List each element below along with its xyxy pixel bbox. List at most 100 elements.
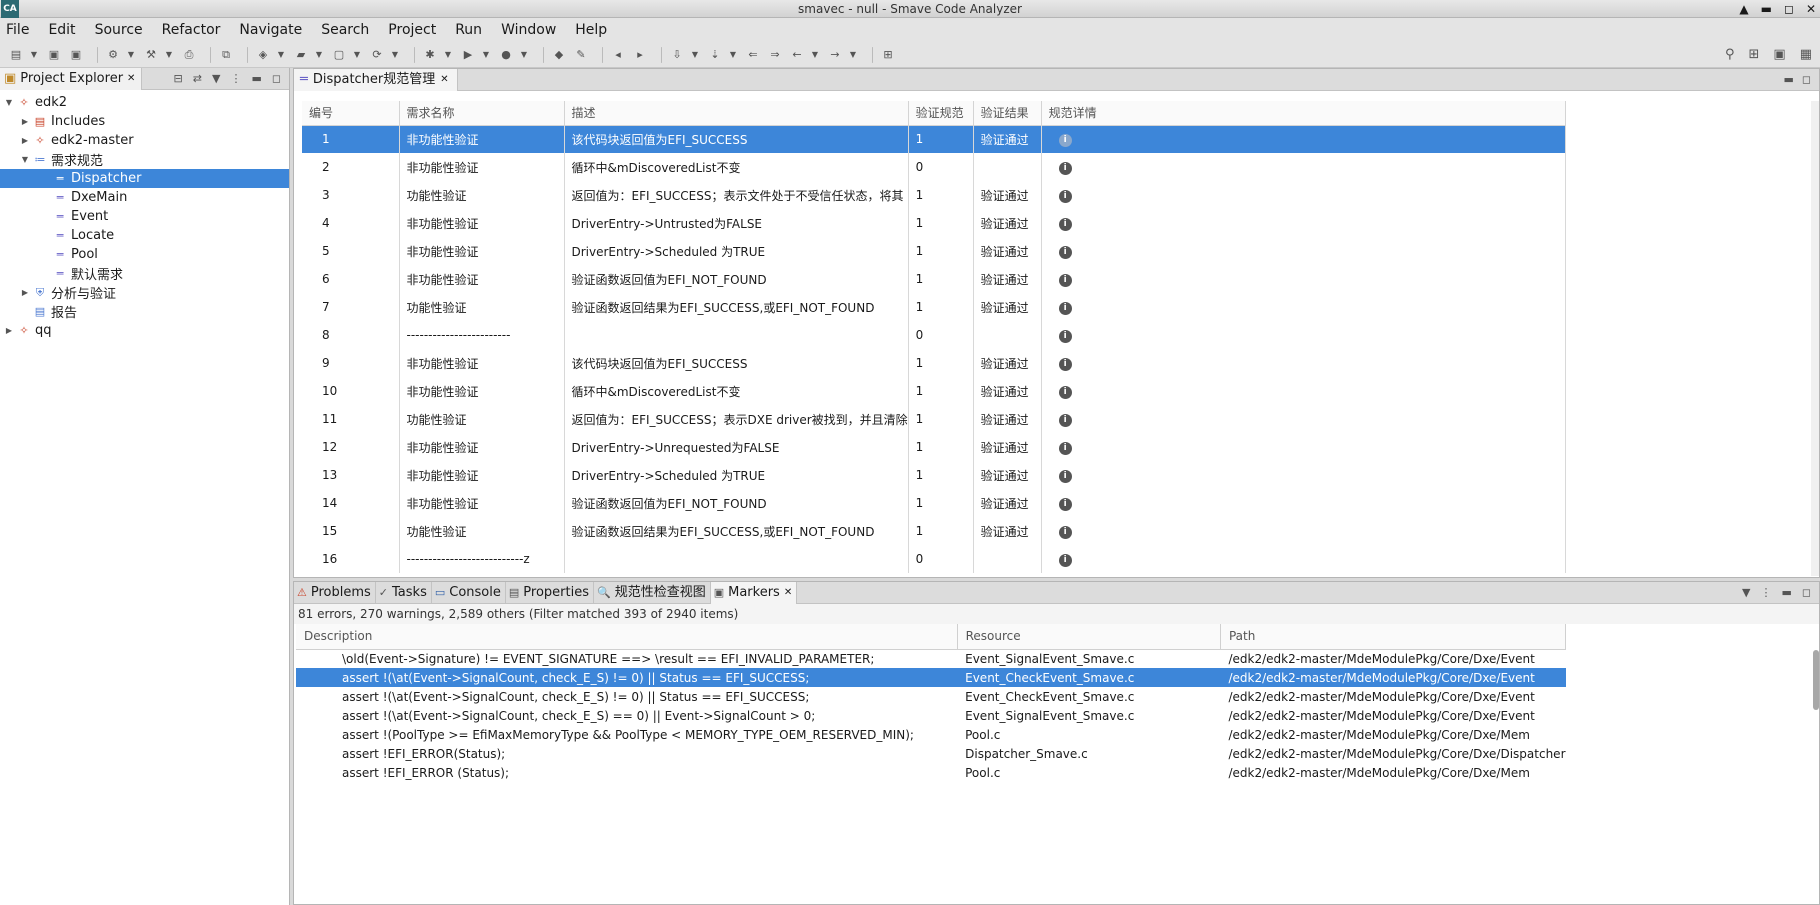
- dropdown-arrow-icon[interactable]: ▼: [849, 47, 857, 63]
- tree-item[interactable]: ▶ ⛨ 分析与验证: [0, 283, 289, 303]
- table-row[interactable]: 11 功能性验证 返回值为：EFI_SUCCESS；表示DXE driver被找到，…: [302, 405, 1567, 433]
- tree-item[interactable]: ═ Locate: [0, 226, 289, 245]
- tree-item[interactable]: ═ Dispatcher: [0, 169, 289, 188]
- dropdown-arrow-icon[interactable]: ▼: [729, 47, 737, 63]
- table-row[interactable]: 10 非功能性验证 循环中&mDiscoveredList不变 1 验证通过 i: [302, 377, 1567, 405]
- external-tools-icon[interactable]: ●: [498, 47, 514, 63]
- build-icon[interactable]: ⚒: [143, 47, 159, 63]
- column-header[interactable]: 描述: [564, 101, 909, 126]
- filter-icon[interactable]: ▼: [212, 72, 220, 85]
- dropdown-arrow-icon[interactable]: ▼: [811, 47, 819, 63]
- info-icon[interactable]: i: [1058, 498, 1072, 511]
- column-header[interactable]: 验证规范: [908, 101, 974, 126]
- dropdown-arrow-icon[interactable]: ▼: [127, 47, 135, 63]
- info-icon[interactable]: i: [1058, 162, 1072, 175]
- tree-item[interactable]: ═ DxeMain: [0, 188, 289, 207]
- prev-edit-icon[interactable]: ◂: [610, 47, 626, 63]
- marker-row[interactable]: assert !(\at(Event->SignalCount, check_E…: [296, 706, 1566, 725]
- minimize-view-icon[interactable]: ▬: [1781, 586, 1791, 599]
- marker-row[interactable]: assert !(\at(Event->SignalCount, check_E…: [296, 687, 1566, 706]
- collapsed-arrow-icon[interactable]: ▶: [20, 288, 30, 297]
- tree-item[interactable]: ═ Pool: [0, 245, 289, 264]
- menu-file[interactable]: File: [6, 22, 29, 38]
- menu-refactor[interactable]: Refactor: [162, 22, 221, 38]
- link-editor-icon[interactable]: ⇄: [193, 72, 202, 85]
- close-tab-icon[interactable]: ✕: [440, 69, 448, 91]
- column-header[interactable]: 验证结果: [973, 101, 1042, 126]
- editor-scrollbar[interactable]: [1811, 101, 1819, 576]
- marker-row[interactable]: assert !(\at(Event->SignalCount, check_E…: [296, 668, 1566, 687]
- back-icon[interactable]: ⇐: [745, 47, 761, 63]
- table-row[interactable]: 14 非功能性验证 验证函数返回值为EFI_NOT_FOUND 1 验证通过 i: [302, 489, 1567, 517]
- marker-row[interactable]: assert !EFI_ERROR(Status); Dispatcher_Sma…: [296, 744, 1566, 763]
- search-tool-icon[interactable]: ✎: [573, 47, 589, 63]
- dropdown-arrow-icon[interactable]: ▼: [691, 47, 699, 63]
- close-tab-icon[interactable]: ✕: [127, 68, 135, 90]
- markers-scrollbar[interactable]: [1813, 650, 1819, 710]
- refresh-icon[interactable]: ⟳: [369, 47, 385, 63]
- settings-icon[interactable]: ⚙: [105, 47, 121, 63]
- column-header[interactable]: Description: [296, 624, 958, 650]
- column-header[interactable]: 需求名称: [399, 101, 565, 126]
- new-class-icon[interactable]: ◈: [255, 47, 271, 63]
- info-icon[interactable]: i: [1058, 358, 1072, 371]
- print-icon[interactable]: ⎙: [181, 47, 197, 63]
- next-edit-icon[interactable]: ▸: [632, 47, 648, 63]
- info-icon[interactable]: i: [1058, 554, 1072, 567]
- menu-run[interactable]: Run: [455, 22, 482, 38]
- collapsed-arrow-icon[interactable]: ▶: [20, 117, 30, 126]
- table-row[interactable]: 16 ---------------------------z 0 i: [302, 545, 1567, 573]
- menu-navigate[interactable]: Navigate: [239, 22, 302, 38]
- table-row[interactable]: 7 功能性验证 验证函数返回结果为EFI_SUCCESS,或EFI_NOT_FOUN…: [302, 293, 1567, 321]
- maximize-view-icon[interactable]: ◻: [1802, 73, 1811, 86]
- tree-item[interactable]: ▶ ✧ edk2-master: [0, 131, 289, 150]
- tree-item[interactable]: ▶ ✧ qq: [0, 321, 289, 340]
- info-icon[interactable]: i: [1058, 246, 1072, 259]
- tab-properties[interactable]: ▤ Properties: [506, 581, 594, 604]
- new-folder-icon[interactable]: ▰: [293, 47, 309, 63]
- menu-search[interactable]: Search: [321, 22, 369, 38]
- tab-markers[interactable]: ▣ Markers ✕: [710, 581, 798, 604]
- tree-item[interactable]: ▼ ✧ edk2: [0, 93, 289, 112]
- info-icon[interactable]: i: [1058, 442, 1072, 455]
- info-icon[interactable]: i: [1058, 386, 1072, 399]
- debug-icon[interactable]: ✱: [422, 47, 438, 63]
- back-nav-icon[interactable]: ←: [789, 47, 805, 63]
- restore-icon[interactable]: ▬: [1761, 0, 1772, 18]
- save-all-icon[interactable]: ▣: [68, 47, 84, 63]
- tab-problems[interactable]: ⚠ Problems: [294, 581, 376, 604]
- menu-edit[interactable]: Edit: [48, 22, 75, 38]
- menu-project[interactable]: Project: [388, 22, 436, 38]
- pin-icon[interactable]: ⇩: [669, 47, 685, 63]
- open-type-icon[interactable]: ⧉: [218, 47, 234, 63]
- maximize-view-icon[interactable]: ◻: [1802, 586, 1811, 599]
- collapsed-arrow-icon[interactable]: ▶: [4, 326, 14, 335]
- dropdown-arrow-icon[interactable]: ▼: [444, 47, 452, 63]
- table-row[interactable]: 2 非功能性验证 循环中&mDiscoveredList不变 0 i: [302, 153, 1567, 181]
- table-row[interactable]: 3 功能性验证 返回值为：EFI_SUCCESS；表示文件处于不受信任状态，将其 1 验…: [302, 181, 1567, 209]
- code-perspective-icon[interactable]: ▦: [1800, 47, 1812, 62]
- menu-source[interactable]: Source: [95, 22, 143, 38]
- tab-tasks[interactable]: ✓ Tasks: [376, 581, 432, 604]
- column-header[interactable]: 编号: [302, 101, 400, 126]
- new-file-icon[interactable]: ▢: [331, 47, 347, 63]
- tab-规范性检查视图[interactable]: 🔍 规范性检查视图: [594, 581, 711, 604]
- table-row[interactable]: 5 非功能性验证 DriverEntry->Scheduled 为TRUE 1 验证通过…: [302, 237, 1567, 265]
- table-row[interactable]: 6 非功能性验证 验证函数返回值为EFI_NOT_FOUND 1 验证通过 i: [302, 265, 1567, 293]
- info-icon[interactable]: i: [1058, 190, 1072, 203]
- tree-item[interactable]: ▶ ▤ Includes: [0, 112, 289, 131]
- maximize-view-icon[interactable]: ◻: [272, 72, 281, 85]
- close-tab-icon[interactable]: ✕: [784, 582, 792, 604]
- info-icon[interactable]: i: [1058, 330, 1072, 343]
- dispatcher-editor-tab[interactable]: ═ Dispatcher规范管理 ✕: [294, 68, 458, 91]
- info-icon[interactable]: i: [1058, 218, 1072, 231]
- project-explorer-tab[interactable]: ▣ Project Explorer ✕: [0, 67, 143, 90]
- marker-row[interactable]: assert !EFI_ERROR (Status); Pool.c/edk2/e…: [296, 763, 1566, 782]
- menu-window[interactable]: Window: [501, 22, 556, 38]
- expanded-arrow-icon[interactable]: ▼: [20, 155, 30, 164]
- perspective-icon[interactable]: ⊞: [1749, 47, 1760, 62]
- dropdown-arrow-icon[interactable]: ▼: [315, 47, 323, 63]
- dropdown-arrow-icon[interactable]: ▼: [391, 47, 399, 63]
- table-row[interactable]: 1 非功能性验证 该代码块返回值为EFI_SUCCESS 1 验证通过 i: [302, 125, 1567, 153]
- open-task-icon[interactable]: ◆: [551, 47, 567, 63]
